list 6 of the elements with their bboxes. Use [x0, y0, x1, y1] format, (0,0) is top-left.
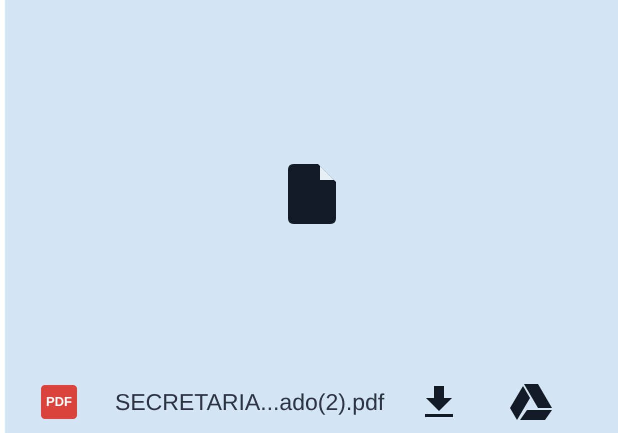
download-icon[interactable] [424, 386, 454, 418]
attachment-card[interactable]: PDF SECRETARIA...ado(2).pdf [5, 0, 618, 433]
pdf-badge: PDF [41, 385, 77, 419]
file-name: SECRETARIA...ado(2).pdf [115, 388, 384, 417]
document-icon [288, 164, 336, 224]
drive-icon[interactable] [510, 384, 552, 420]
